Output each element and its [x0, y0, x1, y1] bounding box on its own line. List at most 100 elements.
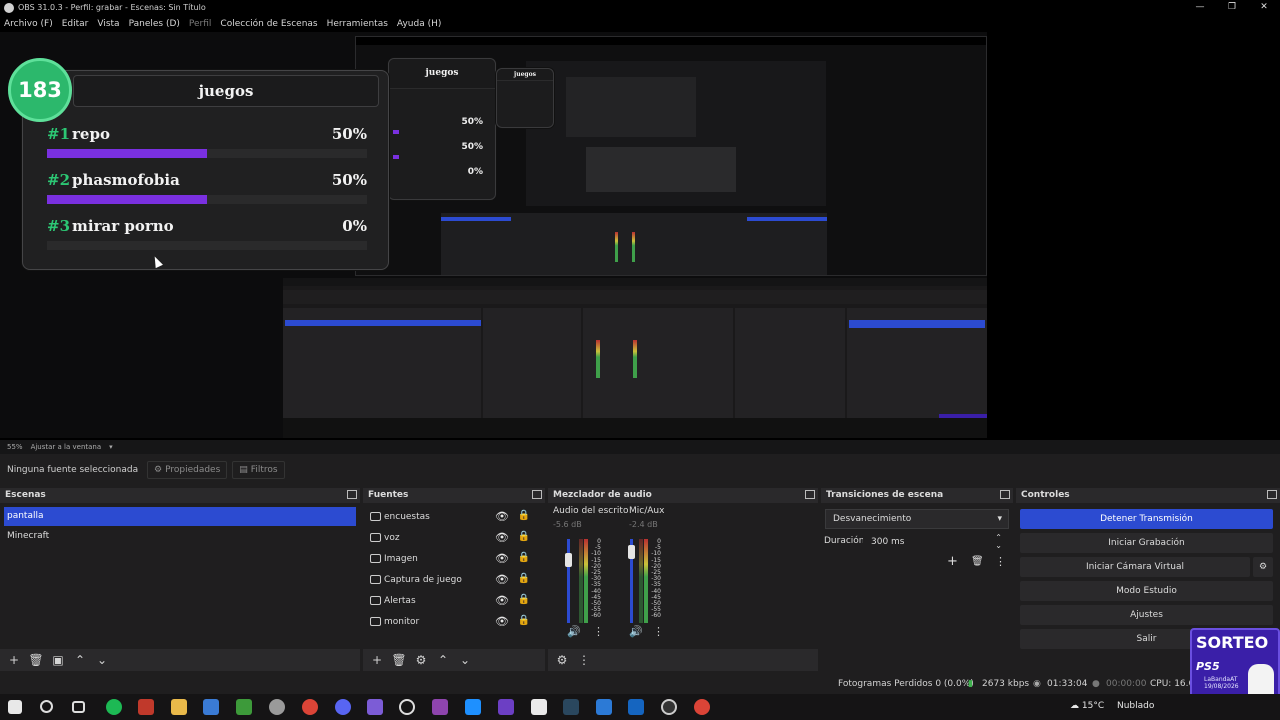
start-virtual-camera-button[interactable]: Iniciar Cámara Virtual [1020, 557, 1250, 577]
close-button[interactable]: ✕ [1248, 0, 1280, 15]
chrome-icon[interactable] [302, 699, 318, 715]
volume-icon[interactable]: 🔊 [629, 625, 643, 638]
menu-ayuda[interactable]: Ayuda (H) [397, 19, 441, 29]
menu-archivo[interactable]: Archivo (F) [4, 19, 53, 29]
fader-knob[interactable] [628, 545, 635, 559]
more-icon[interactable]: ⋮ [653, 625, 664, 638]
spotify-icon[interactable] [106, 699, 122, 715]
source-item[interactable]: monitor 👁 🔒 [367, 611, 545, 632]
chrome-icon[interactable] [694, 699, 710, 715]
arrow-down-icon[interactable]: ⌄ [454, 653, 476, 667]
lock-icon[interactable]: 🔒 [518, 573, 530, 584]
lock-icon[interactable]: 🔒 [518, 594, 530, 605]
lock-icon[interactable]: 🔒 [518, 552, 530, 563]
duration-input[interactable]: 300 ms ⌃ ⌄ [863, 532, 1009, 552]
dock-header: Transiciones de escena [821, 488, 1013, 503]
app-icon[interactable] [465, 699, 481, 715]
trash-icon[interactable]: 🗑 [388, 653, 410, 667]
virtual-camera-settings-button[interactable]: ⚙ [1253, 557, 1273, 577]
filters-button[interactable]: ▤ Filtros [232, 461, 285, 479]
app-icon[interactable] [399, 699, 415, 715]
app-icon[interactable] [269, 699, 285, 715]
eye-icon[interactable]: 👁 [495, 531, 509, 544]
spin-icon[interactable]: ⌄ [995, 537, 1002, 555]
preview-canvas[interactable]: juegos 50% 50% 0% juegos juegos #1 repo 5… [0, 32, 1280, 440]
source-item[interactable]: Imagen 👁 🔒 [367, 548, 545, 569]
menu-coleccion-escenas[interactable]: Colección de Escenas [220, 19, 317, 29]
eye-icon[interactable]: 👁 [495, 510, 509, 523]
stop-streaming-button[interactable]: Detener Transmisión [1020, 509, 1273, 529]
add-icon[interactable]: + [366, 653, 388, 667]
dock-title: Controles [1021, 490, 1070, 500]
undock-icon[interactable] [1000, 490, 1010, 499]
zoom-fit-dropdown[interactable]: Ajustar a la ventana [31, 443, 102, 451]
undock-icon[interactable] [532, 490, 542, 499]
lock-icon[interactable]: 🔒 [518, 510, 530, 521]
menu-herramientas[interactable]: Herramientas [327, 19, 388, 29]
zoom-level[interactable]: 55% [7, 443, 23, 451]
discord-icon[interactable] [335, 699, 351, 715]
arrow-up-icon[interactable]: ⌃ [432, 653, 454, 667]
windows-start-icon[interactable] [8, 700, 22, 714]
eye-icon[interactable]: 👁 [495, 594, 509, 607]
app-icon[interactable] [367, 699, 383, 715]
app-icon[interactable] [138, 699, 154, 715]
search-icon[interactable] [40, 700, 53, 713]
menu-perfil[interactable]: Perfil [189, 19, 212, 29]
trash-icon[interactable]: 🗑 [971, 556, 984, 567]
add-icon[interactable]: + [947, 554, 958, 569]
menu-editar[interactable]: Editar [62, 19, 89, 29]
vscode-icon[interactable] [596, 699, 612, 715]
folder-icon[interactable] [171, 699, 187, 715]
more-icon[interactable]: ⋮ [995, 555, 1006, 568]
steam-icon[interactable] [563, 699, 579, 715]
volume-fader[interactable] [567, 539, 570, 623]
eye-icon[interactable]: 👁 [495, 552, 509, 565]
app-icon[interactable] [628, 699, 644, 715]
lock-icon[interactable]: 🔒 [518, 615, 530, 626]
studio-mode-button[interactable]: Modo Estudio [1020, 581, 1273, 601]
db-scale: 0 -5 -10 -15 -20 -25 -30 -35 -40 -45 -50 -55 -60 [587, 538, 601, 620]
settings-icon[interactable]: ⚙ [551, 653, 573, 667]
start-recording-button[interactable]: Iniciar Grabación [1020, 533, 1273, 553]
scene-item-minecraft[interactable]: Minecraft [4, 527, 356, 546]
eye-icon[interactable]: 👁 [495, 573, 509, 586]
transition-select[interactable]: Desvanecimiento ▾ [825, 509, 1009, 529]
scene-item-pantalla[interactable]: pantalla [4, 507, 356, 526]
source-item[interactable]: Alertas 👁 🔒 [367, 590, 545, 611]
settings-button[interactable]: Ajustes [1020, 605, 1273, 625]
add-icon[interactable]: + [3, 653, 25, 667]
arrow-down-icon[interactable]: ⌄ [91, 653, 113, 667]
notepad-icon[interactable] [531, 699, 547, 715]
app-icon[interactable] [498, 699, 514, 715]
lock-icon[interactable]: 🔒 [518, 531, 530, 542]
more-icon[interactable]: ⋮ [573, 653, 595, 667]
more-icon[interactable]: ⋮ [593, 625, 604, 638]
store-icon[interactable] [203, 699, 219, 715]
dock-header: Mezclador de audio [548, 488, 818, 503]
menu-paneles[interactable]: Paneles (D) [129, 19, 180, 29]
maximize-button[interactable]: ❐ [1216, 0, 1248, 15]
app-icon[interactable] [432, 699, 448, 715]
chevron-down-icon[interactable]: ▾ [109, 443, 113, 451]
properties-button[interactable]: ⚙ Propiedades [147, 461, 228, 479]
task-view-icon[interactable] [72, 701, 85, 713]
minecraft-icon[interactable] [236, 699, 252, 715]
obs-icon[interactable] [661, 699, 677, 715]
source-item[interactable]: encuestas 👁 🔒 [367, 506, 545, 527]
eye-icon[interactable]: 👁 [495, 615, 509, 628]
source-item[interactable]: voz 👁 🔒 [367, 527, 545, 548]
minimize-button[interactable]: — [1184, 0, 1216, 15]
arrow-up-icon[interactable]: ⌃ [69, 653, 91, 667]
undock-icon[interactable] [805, 490, 815, 499]
gear-icon[interactable]: ⚙ [410, 653, 432, 667]
menu-vista[interactable]: Vista [97, 19, 119, 29]
source-item[interactable]: Captura de juego 👁 🔒 [367, 569, 545, 590]
weather-widget[interactable]: ☁ 15°C Nublado [1070, 701, 1154, 711]
fader-knob[interactable] [565, 553, 572, 567]
filter-icon[interactable]: ▣ [47, 653, 69, 667]
volume-icon[interactable]: 🔊 [567, 625, 581, 638]
undock-icon[interactable] [1267, 490, 1277, 499]
undock-icon[interactable] [347, 490, 357, 499]
trash-icon[interactable]: 🗑 [25, 653, 47, 667]
